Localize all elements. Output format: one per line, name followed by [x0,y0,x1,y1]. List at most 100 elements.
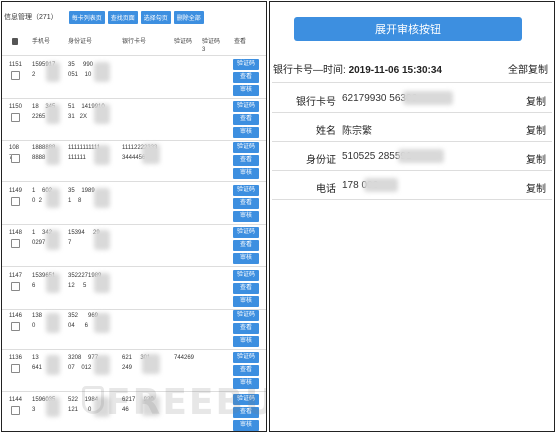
redaction [46,145,60,165]
view-button[interactable]: 查看 [233,283,259,294]
verify-code-button[interactable]: 验证码 [233,59,259,70]
redaction [46,230,60,250]
redaction [364,178,398,192]
verify-code-button[interactable]: 验证码 [233,101,259,112]
watermark: FREEBUF [106,382,266,423]
header-id: 身份证号 [68,39,93,45]
verify-code-button[interactable]: 验证码 [233,185,259,196]
redaction [403,91,453,105]
copy-all-button[interactable]: 全部复制 [508,61,548,76]
row-id: 35 1989 1 8 [68,188,95,204]
row-number: 1144 [9,397,22,403]
row-number: 1151 [9,62,22,68]
view-button[interactable]: 查看 [233,365,259,376]
table-row: 11481 342 029715394 29 7验证码查看审核 [2,225,266,267]
header-card: 银行卡号 [122,39,147,45]
redaction [94,273,110,293]
card-list-button[interactable]: 每卡列表页 [68,10,105,24]
copy-phone-button[interactable]: 复制 [526,180,546,195]
review-button[interactable]: 审核 [233,211,259,222]
header-code2: 验证码 3 [202,39,221,53]
review-button[interactable]: 审核 [233,85,259,96]
copy-card-button[interactable]: 复制 [526,93,546,108]
card-time-value: 2019-11-06 15:30:34 [348,65,442,76]
row-checkbox[interactable] [11,364,20,373]
row-phone: 138 0 [32,313,43,329]
verify-code-button[interactable]: 验证码 [233,270,259,281]
copy-name-button[interactable]: 复制 [526,122,546,137]
expand-review-button[interactable]: 展开审核按钮 [294,17,522,41]
review-button[interactable]: 审核 [233,168,259,179]
table-row: 1146138 0352 969 04 6验证码查看审核 [2,308,266,350]
view-button[interactable]: 查看 [233,72,259,83]
view-button[interactable]: 查看 [233,114,259,125]
table-row: 1151 1595917 2 35 990 051 10 验证码 查看 审核 [2,57,266,99]
card-time-line: 银行卡号—时间: 2019-11-06 15:30:34 [273,61,442,76]
delete-all-button[interactable]: 删除全部 [173,10,204,24]
select-page-button[interactable]: 选择勾页 [140,10,171,24]
review-panel: 展开审核按钮 银行卡号—时间: 2019-11-06 15:30:34 全部复制… [269,1,555,432]
redaction [94,230,110,250]
row-number: 1149 [9,188,22,194]
redaction [94,355,110,375]
redaction [46,313,60,333]
verify-code-button[interactable]: 验证码 [233,142,259,153]
review-button[interactable]: 审核 [233,253,259,264]
row-number: 1136 [9,355,22,361]
row-checkbox[interactable] [11,322,20,331]
row-checkbox[interactable] [11,282,20,291]
redaction [94,104,110,124]
redaction [46,62,60,82]
divider [272,112,552,113]
review-button[interactable]: 审核 [233,127,259,138]
row-checkbox[interactable] [11,239,20,248]
header-code1: 验证码 [174,39,193,45]
row-checkbox[interactable] [11,71,20,80]
redaction [142,144,160,164]
row-checkbox[interactable] [11,113,20,122]
table-header: 手机号 身份证号 银行卡号 验证码 验证码 3 查看 [2,34,266,56]
row-number: 1148 [9,230,22,236]
table-row: 108 71888888 888811111111111 11111111112… [2,140,266,182]
row-number: 1146 [9,313,22,319]
info-management-panel: 信息管理（271） 每卡列表页 查找页面 选择勾页 删除全部 手机号 身份证号 … [1,1,267,432]
header-view: 查看 [234,39,247,45]
row-checkbox[interactable] [11,154,20,163]
trash-icon[interactable] [12,38,18,45]
view-button[interactable]: 查看 [233,155,259,166]
search-page-button[interactable]: 查找页面 [107,10,138,24]
panel-title: 信息管理（271） [4,14,58,21]
redaction [46,397,60,417]
redaction [46,355,60,375]
table-row: 11491 602 0 235 1989 1 8验证码查看审核 [2,183,266,225]
redaction [46,188,60,208]
verify-code-button[interactable]: 验证码 [233,227,259,238]
copy-id-button[interactable]: 复制 [526,151,546,166]
row-checkbox[interactable] [11,406,20,415]
field-id-label: 身份证 [306,155,336,166]
row-number: 1150 [9,104,22,110]
field-name-value: 陈宗繁 [342,126,372,137]
redaction [94,313,110,333]
row-checkbox[interactable] [11,197,20,206]
verify-code-button[interactable]: 验证码 [233,310,259,321]
view-button[interactable]: 查看 [233,240,259,251]
view-button[interactable]: 查看 [233,323,259,334]
panel-header: 信息管理（271） 每卡列表页 查找页面 选择勾页 删除全部 [4,10,204,24]
divider [272,141,552,142]
redaction [142,354,160,374]
review-button[interactable]: 审核 [233,296,259,307]
divider [272,82,552,83]
header-phone: 手机号 [32,39,51,45]
field-phone-label: 电话 [316,184,336,195]
redaction [94,62,110,82]
table-row: 115018 345 226551 1419910 31 2X验证码查看审核 [2,99,266,141]
table-row: 1147 1539651 6 3522271989 12 5 验证码 查看 审核 [2,268,266,310]
card-time-label: 银行卡号—时间: [273,65,346,76]
field-card-label: 银行卡号 [296,97,336,108]
divider [272,199,552,200]
view-button[interactable]: 查看 [233,198,259,209]
review-button[interactable]: 审核 [233,336,259,347]
verify-code-button[interactable]: 验证码 [233,352,259,363]
redaction [94,145,110,165]
